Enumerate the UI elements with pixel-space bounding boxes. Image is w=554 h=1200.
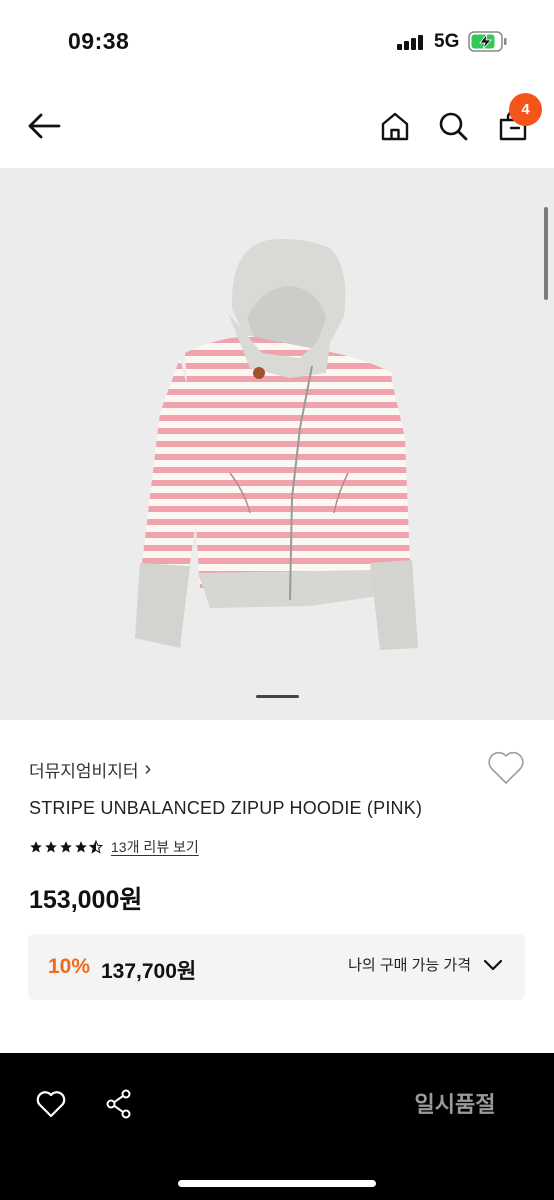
top-navigation	[0, 84, 554, 168]
product-image	[135, 239, 418, 650]
back-button[interactable]	[22, 104, 66, 148]
chevron-down-icon	[483, 959, 503, 970]
my-price-label: 나의 구매 가능 가격	[348, 957, 471, 974]
star-icon	[75, 841, 87, 853]
wishlist-button[interactable]	[486, 748, 526, 786]
battery-charging-icon	[468, 31, 507, 52]
heart-outline-icon	[36, 1091, 66, 1118]
review-link[interactable]: 13개 리뷰 보기	[111, 837, 199, 857]
search-button[interactable]	[431, 104, 475, 148]
bottom-wishlist-button[interactable]	[30, 1083, 72, 1125]
star-icon	[60, 841, 72, 853]
cart-count-badge: 4	[509, 93, 542, 126]
share-button[interactable]	[98, 1083, 140, 1125]
half-star-icon	[89, 840, 103, 854]
signal-bars-icon	[397, 34, 425, 50]
brand-link[interactable]: 더뮤지엄비지터 ›	[29, 757, 151, 782]
sold-out-button[interactable]: 일시품절	[380, 1087, 530, 1119]
gallery-page-indicator	[256, 695, 299, 698]
star-icon	[30, 841, 42, 853]
discount-rate: 10%	[48, 955, 91, 978]
home-button[interactable]	[373, 104, 417, 148]
status-time: 09:38	[68, 28, 130, 54]
product-image-gallery[interactable]	[0, 168, 554, 720]
home-indicator	[178, 1180, 376, 1187]
original-price: 153,000원	[29, 886, 143, 914]
back-arrow-icon	[28, 113, 61, 139]
heart-outline-icon	[488, 751, 524, 784]
star-rating	[29, 840, 103, 854]
rating-row: 13개 리뷰 보기	[29, 837, 199, 857]
status-bar: 09:38 5G	[0, 0, 554, 84]
share-icon	[106, 1089, 131, 1119]
network-label: 5G	[434, 31, 460, 52]
chevron-right-icon: ›	[144, 758, 152, 780]
scrollbar-thumb[interactable]	[544, 207, 548, 300]
home-icon	[381, 112, 409, 141]
search-icon	[439, 112, 468, 141]
my-price-toggle[interactable]: 나의 구매 가능 가격	[348, 954, 503, 975]
discount-price-box[interactable]: 10% 137,700원 나의 구매 가능 가격	[28, 934, 525, 1000]
product-title: STRIPE UNBALANCED ZIPUP HOODIE (PINK)	[29, 798, 423, 818]
discounted-price: 137,700원	[101, 960, 197, 983]
star-icon	[45, 841, 57, 853]
brand-name: 더뮤지엄비지터	[29, 762, 139, 781]
bottom-action-bar: 일시품절	[0, 1053, 554, 1200]
